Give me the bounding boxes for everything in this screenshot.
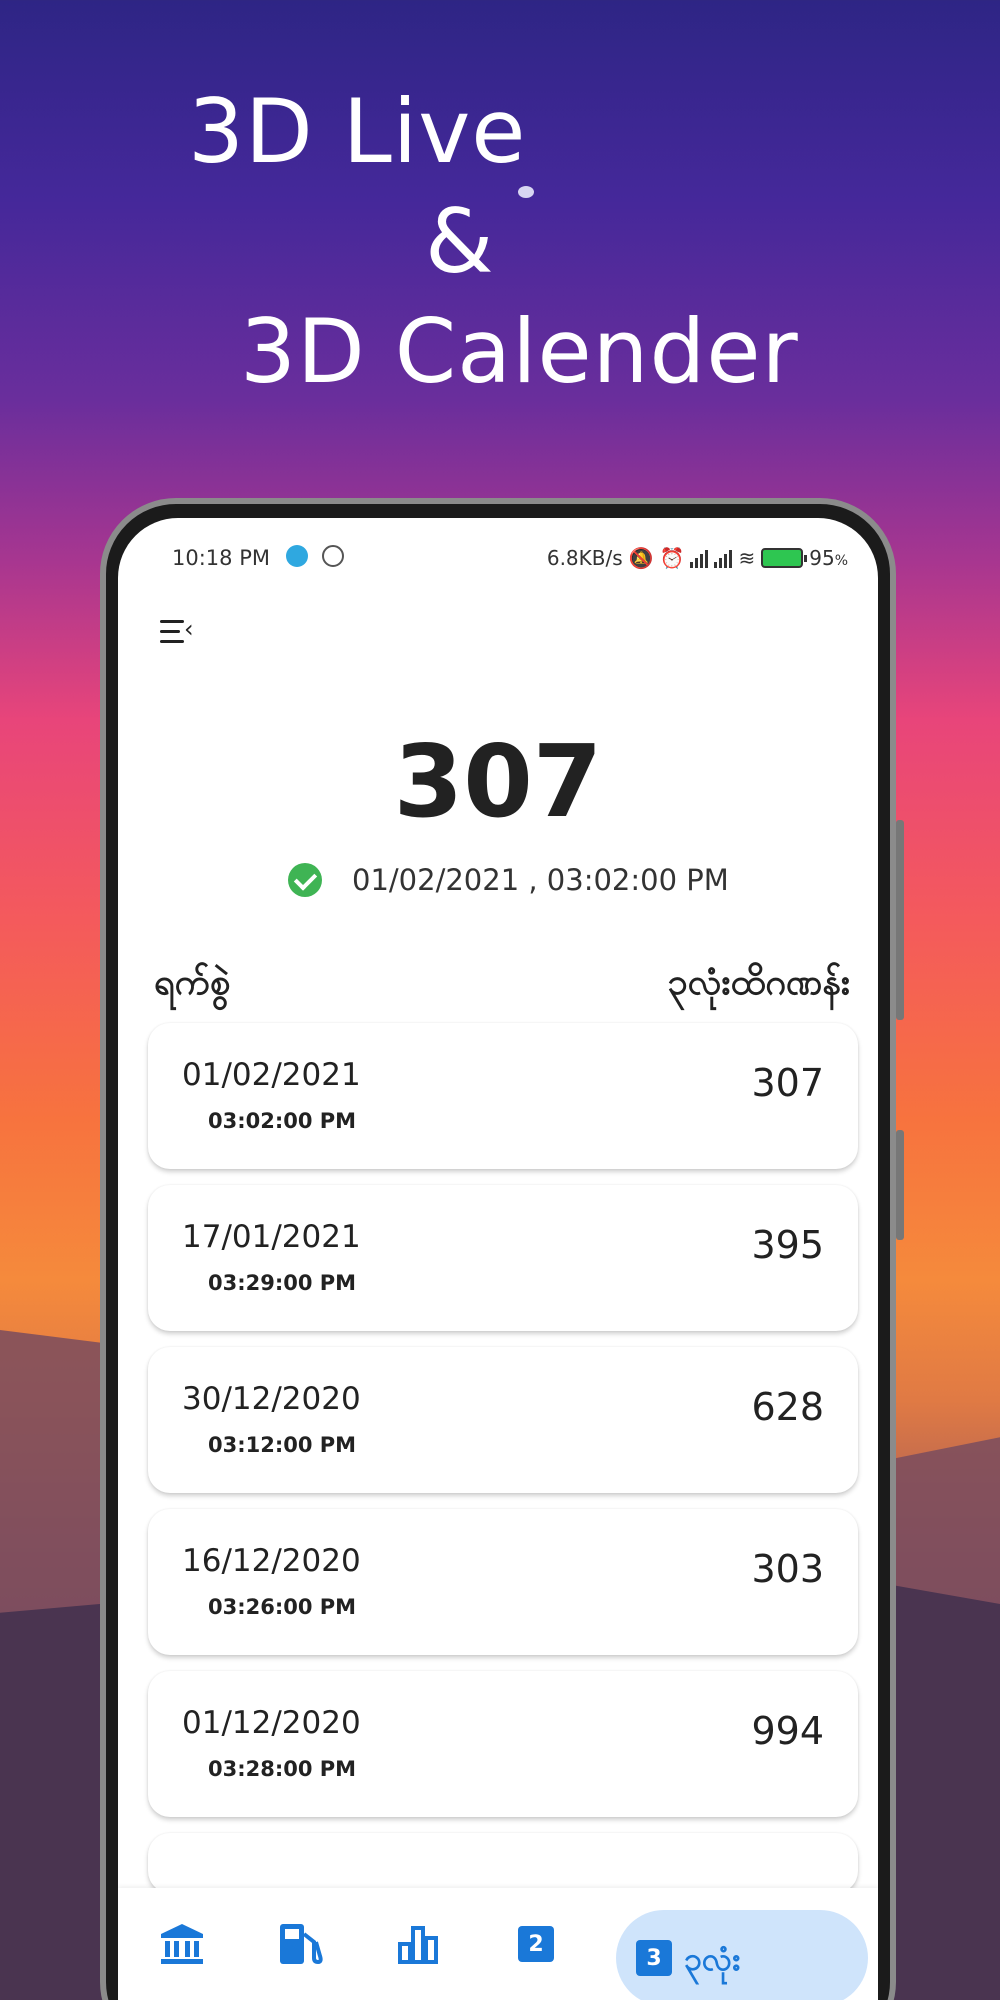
- bar-chart-icon[interactable]: [392, 1918, 444, 1970]
- info-icon: [322, 545, 344, 567]
- result-date: 01/02/2021: [182, 1057, 361, 1093]
- battery-icon: [761, 548, 808, 568]
- column-header-date: ရက်စွဲ: [154, 962, 231, 1003]
- result-number: 395: [751, 1223, 824, 1267]
- result-date: 30/12/2020: [182, 1381, 361, 1417]
- result-date: 17/01/2021: [182, 1219, 361, 1255]
- result-time: 03:29:00 PM: [208, 1271, 357, 1295]
- last-update-row: 01/02/2021 , 03:02:00 PM: [288, 863, 729, 897]
- wifi-icon: ≋: [738, 546, 756, 570]
- promo-line-3: 3D Calender: [240, 300, 799, 403]
- bottom-nav: 2 3 ၃လုံး: [118, 1888, 878, 2000]
- app-screen: 10:18 PM 6.8KB/s 🔕 ⏰ ≋ 95% ‹ 307 01/02/2…: [118, 518, 878, 2000]
- promo-line-2: &: [425, 190, 494, 293]
- fuel-icon[interactable]: [274, 1918, 326, 1970]
- result-card[interactable]: 16/12/2020 03:26:00 PM 303: [148, 1509, 858, 1655]
- result-time: 03:12:00 PM: [208, 1433, 357, 1457]
- result-card[interactable]: 01/12/2020 03:28:00 PM 994: [148, 1671, 858, 1817]
- result-number: 994: [751, 1709, 824, 1753]
- result-card[interactable]: 30/12/2020 03:12:00 PM 628: [148, 1347, 858, 1493]
- result-time: 03:02:00 PM: [208, 1109, 357, 1133]
- app-notification-icon: [286, 545, 308, 567]
- result-card[interactable]: 17/01/2021 03:29:00 PM 395: [148, 1185, 858, 1331]
- promo-headline: 3D Live & 3D Calender: [0, 0, 1000, 420]
- check-circle-icon: [288, 863, 322, 897]
- status-bar: 10:18 PM 6.8KB/s 🔕 ⏰ ≋ 95%: [118, 518, 878, 598]
- result-number: 628: [751, 1385, 824, 1429]
- result-time: 03:28:00 PM: [208, 1757, 357, 1781]
- result-number: 303: [751, 1547, 824, 1591]
- result-date: 01/12/2020: [182, 1705, 361, 1741]
- signal-2-icon: [714, 548, 733, 568]
- net-speed: 6.8KB/s: [546, 546, 623, 570]
- column-header-number: ၃လုံးထိဂဏန်း: [667, 962, 850, 1003]
- result-date: 16/12/2020: [182, 1543, 361, 1579]
- results-list: 01/02/2021 03:02:00 PM 307 17/01/2021 03…: [148, 1023, 858, 1909]
- phone-volume-button: [896, 820, 904, 1020]
- last-update-text: 01/02/2021 , 03:02:00 PM: [352, 863, 729, 897]
- bank-icon[interactable]: [156, 1918, 208, 1970]
- phone-power-button: [896, 1130, 904, 1240]
- current-number: 307: [393, 723, 603, 840]
- alarm-icon: ⏰: [659, 546, 685, 570]
- number-2-icon[interactable]: 2: [510, 1918, 562, 1970]
- result-card[interactable]: 01/02/2021 03:02:00 PM 307: [148, 1023, 858, 1169]
- menu-collapse-icon[interactable]: ‹: [160, 615, 200, 648]
- tab-3d-active[interactable]: 3 ၃လုံး: [616, 1910, 868, 2000]
- status-time: 10:18 PM: [172, 546, 270, 570]
- status-right: 6.8KB/s 🔕 ⏰ ≋ 95%: [547, 546, 848, 570]
- result-card-partial[interactable]: [148, 1833, 858, 1893]
- moon-decoration: [518, 186, 534, 198]
- tab-3d-label: ၃လုံး: [684, 1940, 741, 1978]
- number-3-icon: 3: [636, 1940, 672, 1976]
- promo-line-1: 3D Live: [188, 80, 527, 183]
- battery-percent: 95%: [809, 546, 848, 570]
- result-number: 307: [751, 1061, 824, 1105]
- result-time: 03:26:00 PM: [208, 1595, 357, 1619]
- mute-bell-icon: 🔕: [628, 546, 654, 570]
- signal-1-icon: [690, 548, 709, 568]
